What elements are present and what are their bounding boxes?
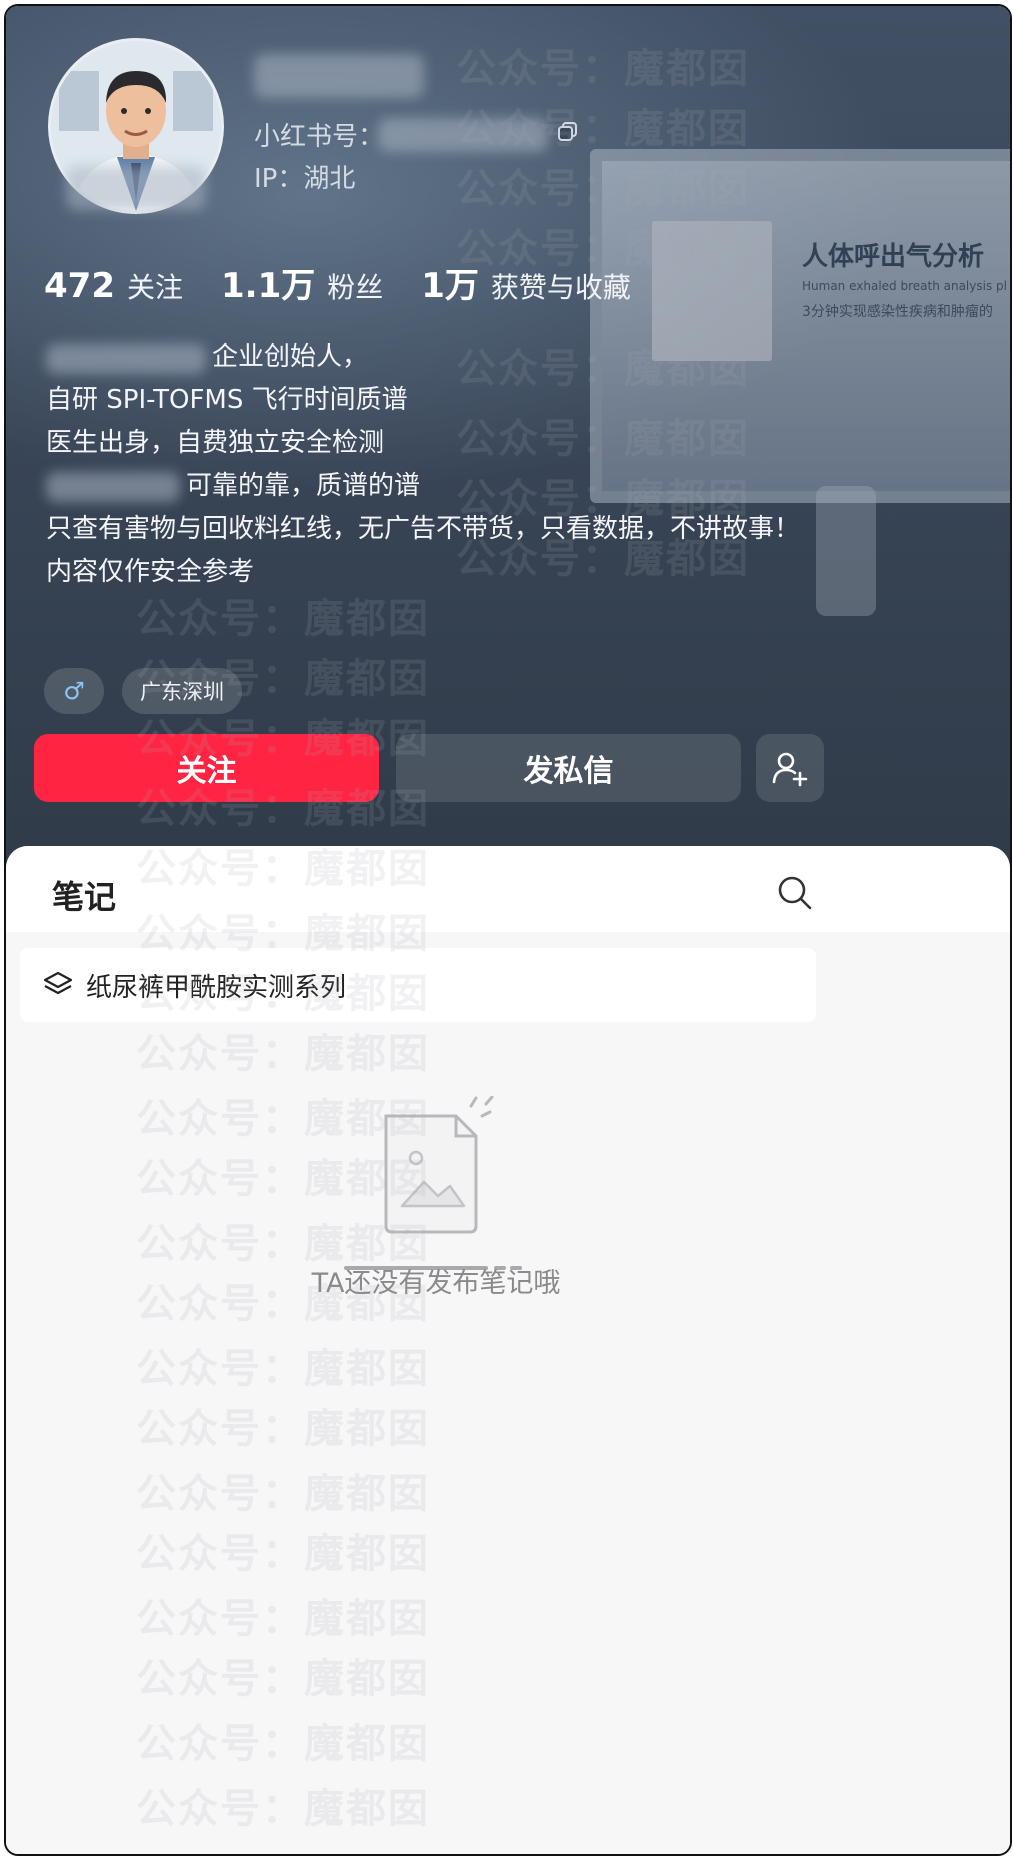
add-friend-button[interactable] [756, 734, 824, 802]
stat-following[interactable]: 472 关注 [44, 266, 183, 306]
likes-count: 1万 [421, 266, 479, 306]
background-monitor-subtitle-2: 3分钟实现感染性疾病和肿瘤的 [802, 304, 993, 320]
message-button[interactable]: 发私信 [396, 734, 741, 802]
redacted-nickname [254, 54, 424, 98]
following-count: 472 [44, 266, 115, 306]
search-button[interactable] [776, 874, 814, 912]
bio-line-2: 自研 SPI-TOFMS 飞行时间质谱 [46, 385, 408, 415]
bio: 企业创始人， 自研 SPI-TOFMS 飞行时间质谱 医生出身，自费独立安全检测… [46, 336, 826, 594]
notes-panel: 笔记 纸尿裤甲酰胺实测系列 TA还没有发布笔记哦 [6, 846, 1010, 1854]
stat-followers[interactable]: 1.1万 粉丝 [221, 258, 383, 307]
empty-notes-icon [344, 1096, 522, 1270]
likes-label: 获赞与收藏 [490, 271, 631, 304]
redacted-avatar-caption [66, 166, 206, 210]
male-icon: ♂ [63, 677, 85, 705]
redacted-xhs-id [378, 118, 548, 152]
stat-likes-collects[interactable]: 1万 获赞与收藏 [421, 258, 631, 307]
profile-tags: ♂ 广东深圳 [44, 668, 260, 714]
background-monitor-subtitle: Human exhaled breath analysis pl [802, 279, 1007, 293]
followers-label: 粉丝 [327, 271, 384, 304]
search-icon [778, 876, 812, 910]
location-tag: 广东深圳 [122, 668, 242, 714]
xhs-id-label: 小红书号： [254, 122, 385, 152]
followers-count: 1.1万 [221, 266, 316, 306]
profile-actions: 关注 发私信 [34, 734, 834, 804]
follow-button[interactable]: 关注 [34, 734, 379, 802]
empty-notes-text: TA还没有发布笔记哦 [311, 1268, 561, 1299]
tab-notes[interactable]: 笔记 [52, 872, 116, 918]
redacted-company [46, 344, 206, 374]
bio-line-3: 医生出身，自费独立安全检测 [46, 428, 385, 458]
copy-icon[interactable] [557, 121, 579, 143]
collection-label: 纸尿裤甲酰胺实测系列 [86, 972, 347, 1003]
background-monitor-title: 人体呼出气分析 [802, 242, 985, 272]
redacted-brand [46, 472, 180, 502]
add-user-icon [772, 752, 808, 787]
notes-header: 笔记 [6, 846, 1010, 932]
following-label: 关注 [126, 271, 183, 304]
gender-tag: ♂ [44, 668, 104, 714]
stats-bar: 472 关注 1.1万 粉丝 1万 获赞与收藏 [44, 258, 669, 307]
bio-line-5: 只查有害物与回收料红线，无广告不带货，只看数据，不讲故事！ [46, 514, 801, 544]
collection-item[interactable]: 纸尿裤甲酰胺实测系列 [20, 948, 816, 1022]
app-frame: 人体呼出气分析 Human exhaled breath analysis pl… [4, 4, 1012, 1856]
bio-line-6: 内容仅作安全参考 [46, 557, 255, 587]
layers-icon [43, 971, 73, 995]
ip-location: IP：湖北 [254, 164, 356, 194]
